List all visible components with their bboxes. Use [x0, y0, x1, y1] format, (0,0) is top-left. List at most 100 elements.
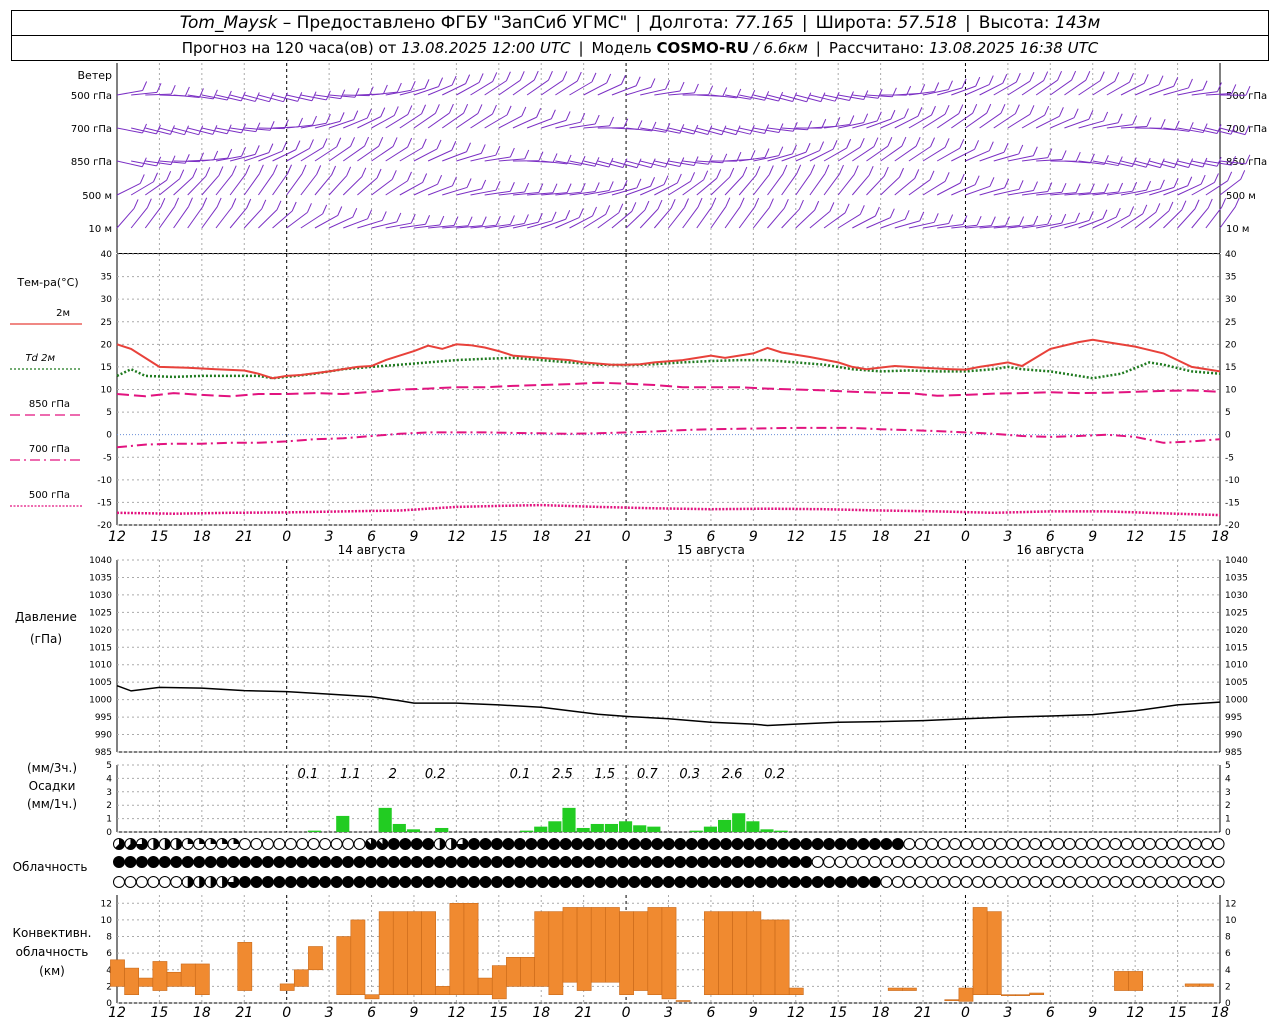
wind-barb-feather — [901, 136, 907, 147]
temp-tick-right: 25 — [1225, 318, 1236, 328]
wind-barb-feather — [1117, 113, 1123, 123]
wind-barb-feather — [988, 141, 994, 151]
cloud-cover-fill — [537, 876, 549, 888]
wind-barb-feather — [524, 182, 530, 193]
wind-barb-feather — [1061, 183, 1067, 193]
cloud-cover-fill — [548, 856, 560, 868]
wind-barb-feather — [258, 164, 264, 175]
cloud-cover-circle — [1098, 876, 1111, 888]
wind-barb-feather — [352, 207, 358, 218]
conv-tick-left: 6 — [106, 949, 112, 959]
wind-level-label-right: 700 гПа — [1226, 124, 1267, 135]
wind-barb-feather — [466, 142, 471, 152]
cloud-cover-fill — [319, 856, 331, 868]
cloud-cover-circle — [1155, 876, 1168, 888]
precip-tick-left: 5 — [106, 761, 112, 771]
cloud-cover-circle — [1143, 876, 1156, 888]
wind-barb-feather — [1075, 152, 1081, 162]
cloud-cover-circle — [170, 876, 183, 888]
wind-barb — [371, 114, 395, 129]
pressure-tick-left: 1010 — [89, 661, 112, 671]
wind-barb-feather — [410, 213, 416, 224]
wind-barb-feather — [1155, 203, 1161, 213]
wind-barb-feather — [883, 166, 889, 177]
conv-bar — [166, 971, 182, 987]
precip-bar — [435, 827, 449, 832]
wind-barb — [1149, 160, 1175, 169]
wind-barb-feather — [536, 108, 542, 118]
precip-tick-left: 2 — [106, 801, 112, 811]
cloud-cover-fill — [583, 838, 595, 850]
wind-barb-feather — [592, 206, 597, 217]
cloud-cover-fill — [571, 838, 583, 850]
time-tick-label: 18 — [872, 529, 890, 545]
wind-barb-feather — [421, 104, 427, 114]
wind-barb-feather — [1018, 144, 1024, 155]
cloud-cover-fill — [480, 856, 492, 868]
cloud-cover-circle — [1132, 876, 1145, 888]
cloud-cover-fill — [285, 856, 297, 868]
cloud-cover-circle — [972, 838, 985, 850]
time-tick-label: 3 — [664, 529, 673, 545]
cloud-cover-circle — [1063, 838, 1076, 850]
cloud-cover-fill — [709, 856, 721, 868]
cloud-cover-circle — [1029, 838, 1042, 850]
wind-barb-feather — [139, 174, 145, 184]
wind-barb-feather — [1216, 157, 1222, 167]
wind-barb-feather — [844, 203, 850, 214]
wind-barb-feather — [988, 75, 994, 85]
conv-bar — [1198, 983, 1214, 987]
cloud-cover-fill — [812, 876, 824, 888]
wind-barb-feather — [711, 197, 717, 207]
legend-label: 700 гПа — [29, 444, 70, 455]
wind-barb — [328, 175, 348, 196]
conv-tick-right: 8 — [1225, 933, 1231, 943]
cloud-cover-circle — [1052, 876, 1065, 888]
conv-bar — [548, 911, 564, 995]
wind-barb-feather — [814, 200, 820, 211]
wind-barb-feather — [820, 92, 826, 102]
time-tick-label-bottom: 15 — [151, 1005, 169, 1021]
cloud-cover-circle — [250, 838, 263, 850]
wind-barb-feather — [742, 166, 748, 177]
wind-barb-feather — [298, 117, 303, 128]
cloud-cover-fill — [434, 876, 446, 888]
cloud-cover-circle — [342, 838, 355, 850]
wind-barb-feather — [291, 201, 297, 212]
time-tick-label-bottom: 18 — [532, 1005, 550, 1021]
cloud-cover-circle — [811, 856, 824, 868]
conv-bar — [1128, 971, 1144, 991]
conv-bar — [534, 911, 550, 987]
wind-barb — [286, 147, 310, 162]
conv-bar — [746, 911, 762, 995]
wind-barb-feather — [873, 137, 879, 147]
wind-barb-feather — [948, 214, 954, 224]
wind-barb — [116, 127, 143, 134]
wind-barb-feather — [170, 84, 176, 95]
pressure-tick-left: 1030 — [89, 591, 112, 601]
wind-barb-feather — [392, 137, 398, 147]
wind-barb-feather — [903, 108, 909, 118]
wind-barb — [385, 114, 409, 129]
wind-barb-feather — [261, 199, 267, 209]
wind-barb-feather — [480, 144, 486, 154]
precip-bar — [689, 830, 703, 832]
wind-barb-feather — [340, 89, 346, 99]
precip-bar — [590, 823, 604, 832]
time-tick-label-bottom: 3 — [325, 1005, 334, 1021]
wind-barb-feather — [1159, 179, 1165, 190]
wind-barb-feather — [621, 75, 626, 85]
cloud-cover-fill — [422, 838, 434, 850]
wind-barb-feather — [934, 82, 940, 92]
wind-barb-feather — [1118, 182, 1124, 193]
wind-barb — [583, 160, 610, 168]
cloud-cover-fill — [273, 876, 285, 888]
pressure-tick-right: 1000 — [1225, 696, 1248, 706]
cloud-cover-circle — [983, 838, 996, 850]
cloud-cover-fill — [176, 838, 182, 850]
cloud-cover-fill — [376, 856, 388, 868]
wind-barb — [145, 127, 171, 135]
wind-barb — [159, 127, 185, 136]
wind-barb-feather — [241, 147, 246, 157]
time-tick-label: 15 — [829, 529, 847, 545]
